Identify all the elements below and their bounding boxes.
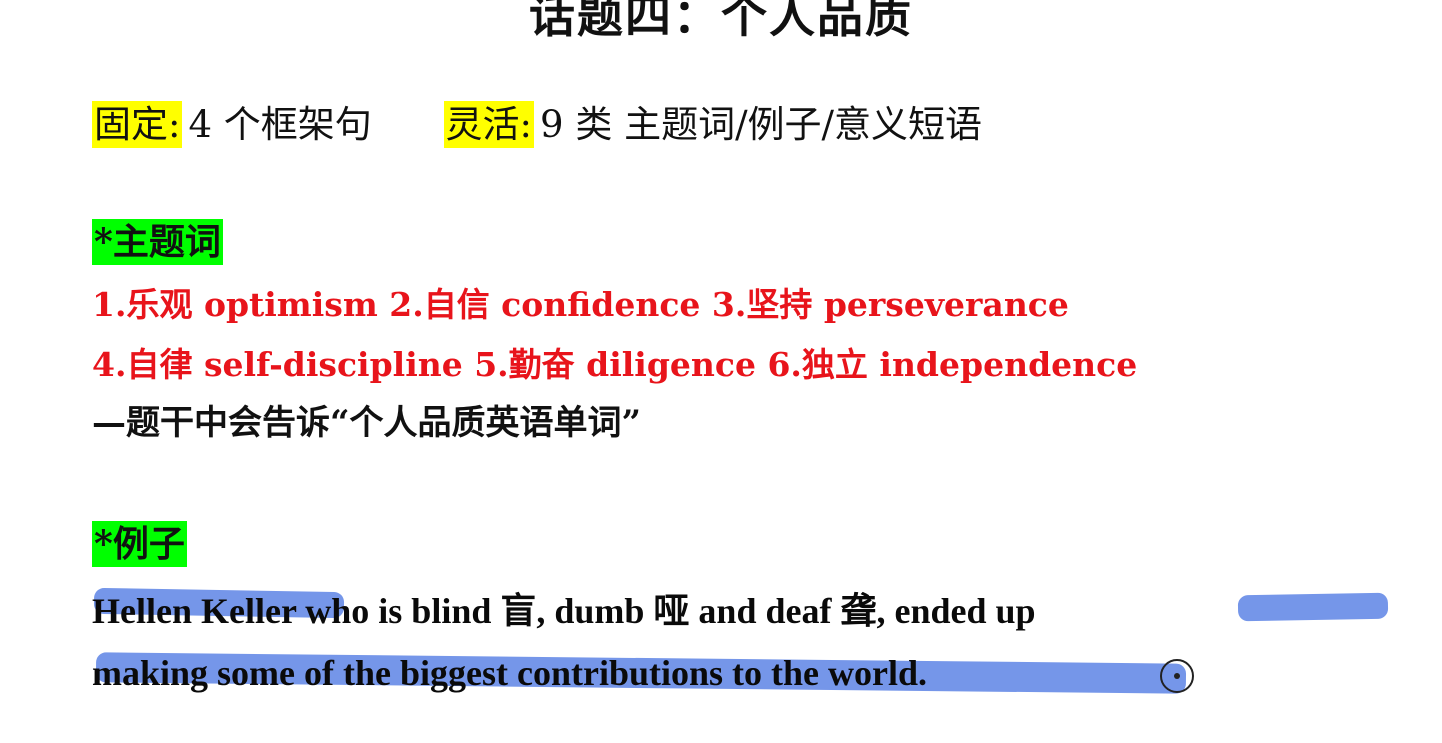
pen-cursor-dot [1174, 673, 1180, 679]
example-heading: *例子 [92, 521, 187, 567]
keywords-heading: *主题词 [92, 219, 223, 265]
fixed-text: 4 个框架句 [188, 103, 372, 146]
example-text: Hellen Keller who is blind 盲, dumb 哑 and… [92, 580, 1437, 704]
fixed-label: 固定: [92, 101, 183, 148]
flexible-label: 灵活: [443, 101, 535, 148]
example-heading-row: *例子 [92, 516, 187, 579]
keywords-line-1: 1.乐观 optimism 2.自信 confidence 3.坚持 perse… [92, 285, 1069, 324]
slide: 话题四：个人品质 固定: 4 个框架句 灵活: 9 类 主题词/例子/意义短语 *主… [0, 0, 1442, 743]
keywords-line-2: 4.自律 self-discipline 5.勤奋 diligence 6.独立… [92, 345, 1138, 384]
example-line-2: making some of the biggest contributions… [92, 653, 927, 693]
keywords-heading-row: *主题词 [92, 214, 223, 277]
pen-cursor-icon [1160, 659, 1194, 693]
structure-summary: 固定: 4 个框架句 灵活: 9 类 主题词/例子/意义短语 [92, 96, 982, 154]
slide-title: 话题四：个人品质 [529, 0, 913, 43]
flexible-text: 9 类 主题词/例子/意义短语 [540, 103, 983, 146]
keywords-note: —题干中会告诉“个人品质英语单词” [92, 403, 642, 443]
example-line-1: Hellen Keller who is blind 盲, dumb 哑 and… [92, 591, 1036, 631]
